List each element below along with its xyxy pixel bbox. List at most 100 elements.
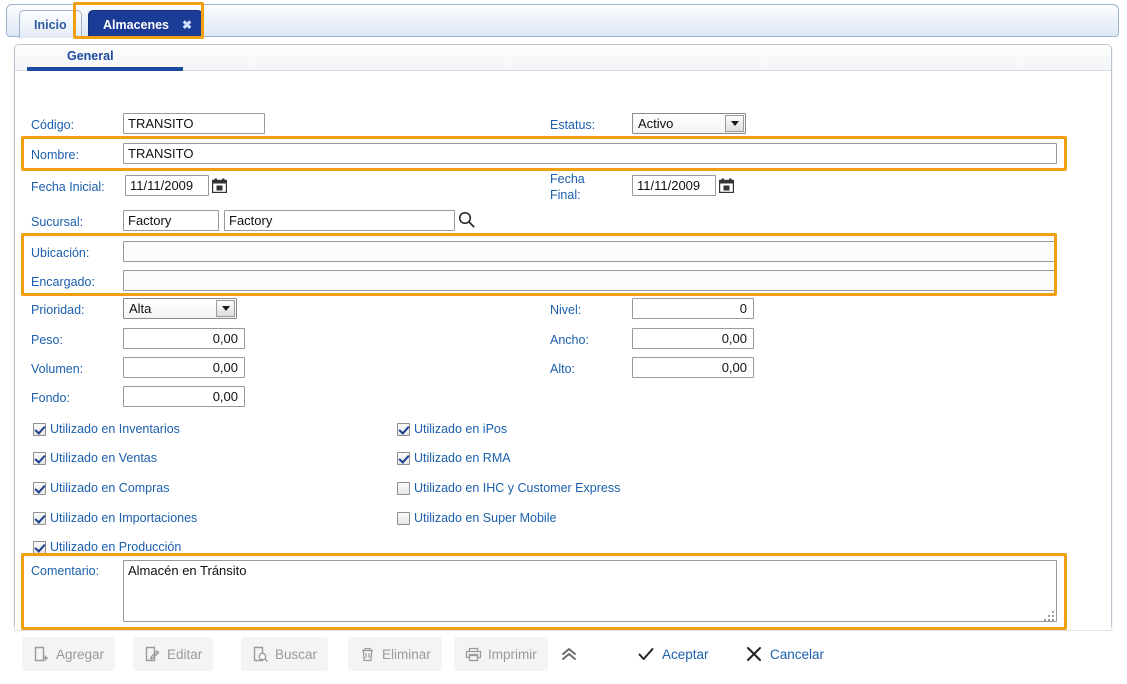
- label-fondo: Fondo:: [31, 391, 70, 405]
- ubicacion-input[interactable]: [123, 241, 1057, 262]
- tab-inicio[interactable]: Inicio: [19, 10, 82, 38]
- checkbox-utilizado-en-compras[interactable]: Utilizado en Compras: [33, 481, 170, 495]
- checkbox-utilizado-en-ventas[interactable]: Utilizado en Ventas: [33, 451, 157, 465]
- agregar-button[interactable]: Agregar: [22, 637, 115, 671]
- checkbox-label-ipos: Utilizado en iPos: [414, 422, 507, 436]
- tab-inicio-label: Inicio: [34, 18, 67, 32]
- checkbox-utilizado-en-ihc-customer-express[interactable]: Utilizado en IHC y Customer Express: [397, 481, 620, 495]
- collapse-toolbar-button[interactable]: [557, 637, 581, 671]
- checkbox-box-rma[interactable]: [397, 452, 410, 465]
- almacenes-form: Código: Estatus: Activo Nombre: Fecha In…: [15, 71, 1111, 631]
- printer-icon: [465, 646, 482, 663]
- label-encargado: Encargado:: [31, 275, 95, 289]
- agregar-label: Agregar: [56, 647, 104, 662]
- sucursal-name-input[interactable]: [224, 210, 455, 231]
- search-document-icon: [252, 646, 269, 663]
- application-window: Inicio Almacenes ✖ General Código: Estat…: [0, 0, 1127, 684]
- fondo-input[interactable]: [123, 386, 245, 407]
- sucursal-code-input[interactable]: [123, 210, 219, 231]
- calendar-icon-final[interactable]: [719, 178, 734, 193]
- content-panel: General Código: Estatus: Activo Nombre: …: [14, 44, 1112, 630]
- checkbox-utilizado-en-produccion[interactable]: Utilizado en Producción: [33, 540, 181, 554]
- label-fecha-final-line2: Final:: [550, 188, 581, 202]
- imprimir-label: Imprimir: [488, 647, 537, 662]
- fecha-final-input[interactable]: [632, 175, 716, 196]
- label-alto: Alto:: [550, 362, 575, 376]
- nombre-input[interactable]: [123, 143, 1057, 164]
- alto-input[interactable]: [632, 357, 754, 378]
- peso-input[interactable]: [123, 328, 245, 349]
- label-ubicacion: Ubicación:: [31, 246, 89, 260]
- volumen-input[interactable]: [123, 357, 245, 378]
- calendar-icon[interactable]: [212, 178, 227, 193]
- imprimir-button[interactable]: Imprimir: [454, 637, 548, 671]
- label-volumen: Volumen:: [31, 362, 83, 376]
- checkbox-box-ipos[interactable]: [397, 423, 410, 436]
- checkbox-box-ventas[interactable]: [33, 452, 46, 465]
- checkbox-box-produccion[interactable]: [33, 541, 46, 554]
- checkbox-utilizado-en-inventarios[interactable]: Utilizado en Inventarios: [33, 422, 180, 436]
- trash-icon: [359, 646, 376, 663]
- prioridad-select[interactable]: Alta: [123, 298, 237, 319]
- search-icon[interactable]: [458, 211, 476, 234]
- editar-label: Editar: [167, 647, 202, 662]
- label-prioridad: Prioridad:: [31, 303, 85, 317]
- tab-strip: Inicio Almacenes ✖: [6, 4, 1119, 37]
- checkbox-label-compras: Utilizado en Compras: [50, 481, 170, 495]
- checkbox-utilizado-en-ipos[interactable]: Utilizado en iPos: [397, 422, 507, 436]
- tab-general[interactable]: General: [67, 49, 114, 63]
- checkbox-label-importaciones: Utilizado en Importaciones: [50, 511, 197, 525]
- checkbox-utilizado-en-super-mobile[interactable]: Utilizado en Super Mobile: [397, 511, 556, 525]
- checkbox-box-compras[interactable]: [33, 482, 46, 495]
- checkbox-utilizado-en-rma[interactable]: Utilizado en RMA: [397, 451, 511, 465]
- label-fecha-final-line1: Fecha: [550, 172, 585, 186]
- checkbox-box-super-mobile[interactable]: [397, 512, 410, 525]
- close-icon[interactable]: ✖: [182, 18, 192, 32]
- checkbox-box-ihc[interactable]: [397, 482, 410, 495]
- label-estatus: Estatus:: [550, 118, 595, 132]
- tab-almacenes[interactable]: Almacenes ✖: [88, 10, 203, 38]
- cancelar-button[interactable]: Cancelar: [739, 637, 830, 671]
- prioridad-select-value: Alta: [129, 300, 151, 317]
- buscar-label: Buscar: [275, 647, 317, 662]
- nivel-input[interactable]: [632, 298, 754, 319]
- label-nombre: Nombre:: [31, 148, 79, 162]
- checkbox-label-rma: Utilizado en RMA: [414, 451, 511, 465]
- checkbox-utilizado-en-importaciones[interactable]: Utilizado en Importaciones: [33, 511, 197, 525]
- bottom-toolbar: Agregar Editar Buscar: [14, 630, 1112, 678]
- label-sucursal: Sucursal:: [31, 215, 83, 229]
- estatus-select[interactable]: Activo: [632, 113, 746, 134]
- label-codigo: Código:: [31, 118, 74, 132]
- comentario-textarea[interactable]: [123, 560, 1057, 622]
- checkbox-box-importaciones[interactable]: [33, 512, 46, 525]
- check-icon: [637, 645, 655, 663]
- cancelar-label: Cancelar: [770, 647, 824, 662]
- double-chevron-up-icon: [559, 644, 579, 664]
- checkbox-label-produccion: Utilizado en Producción: [50, 540, 181, 554]
- aceptar-button[interactable]: Aceptar: [631, 637, 715, 671]
- codigo-input[interactable]: [123, 113, 265, 134]
- checkbox-label-ventas: Utilizado en Ventas: [50, 451, 157, 465]
- checkbox-label-super-mobile: Utilizado en Super Mobile: [414, 511, 556, 525]
- label-peso: Peso:: [31, 333, 63, 347]
- buscar-button[interactable]: Buscar: [241, 637, 328, 671]
- eliminar-button[interactable]: Eliminar: [348, 637, 442, 671]
- ancho-input[interactable]: [632, 328, 754, 349]
- aceptar-label: Aceptar: [662, 647, 709, 662]
- label-comentario: Comentario:: [31, 564, 99, 578]
- checkbox-label-ihc: Utilizado en IHC y Customer Express: [414, 481, 620, 495]
- label-fecha-inicial: Fecha Inicial:: [31, 180, 105, 194]
- chevron-down-icon[interactable]: [725, 115, 744, 132]
- estatus-select-value: Activo: [638, 115, 673, 132]
- eliminar-label: Eliminar: [382, 647, 431, 662]
- tab-almacenes-label: Almacenes: [103, 18, 169, 32]
- x-icon: [745, 645, 763, 663]
- chevron-down-icon-prioridad[interactable]: [216, 300, 235, 317]
- fecha-inicial-input[interactable]: [125, 175, 209, 196]
- add-document-icon: [33, 646, 50, 663]
- checkbox-label-inventarios: Utilizado en Inventarios: [50, 422, 180, 436]
- label-ancho: Ancho:: [550, 333, 589, 347]
- encargado-input[interactable]: [123, 270, 1057, 291]
- editar-button[interactable]: Editar: [133, 637, 213, 671]
- checkbox-box-inventarios[interactable]: [33, 423, 46, 436]
